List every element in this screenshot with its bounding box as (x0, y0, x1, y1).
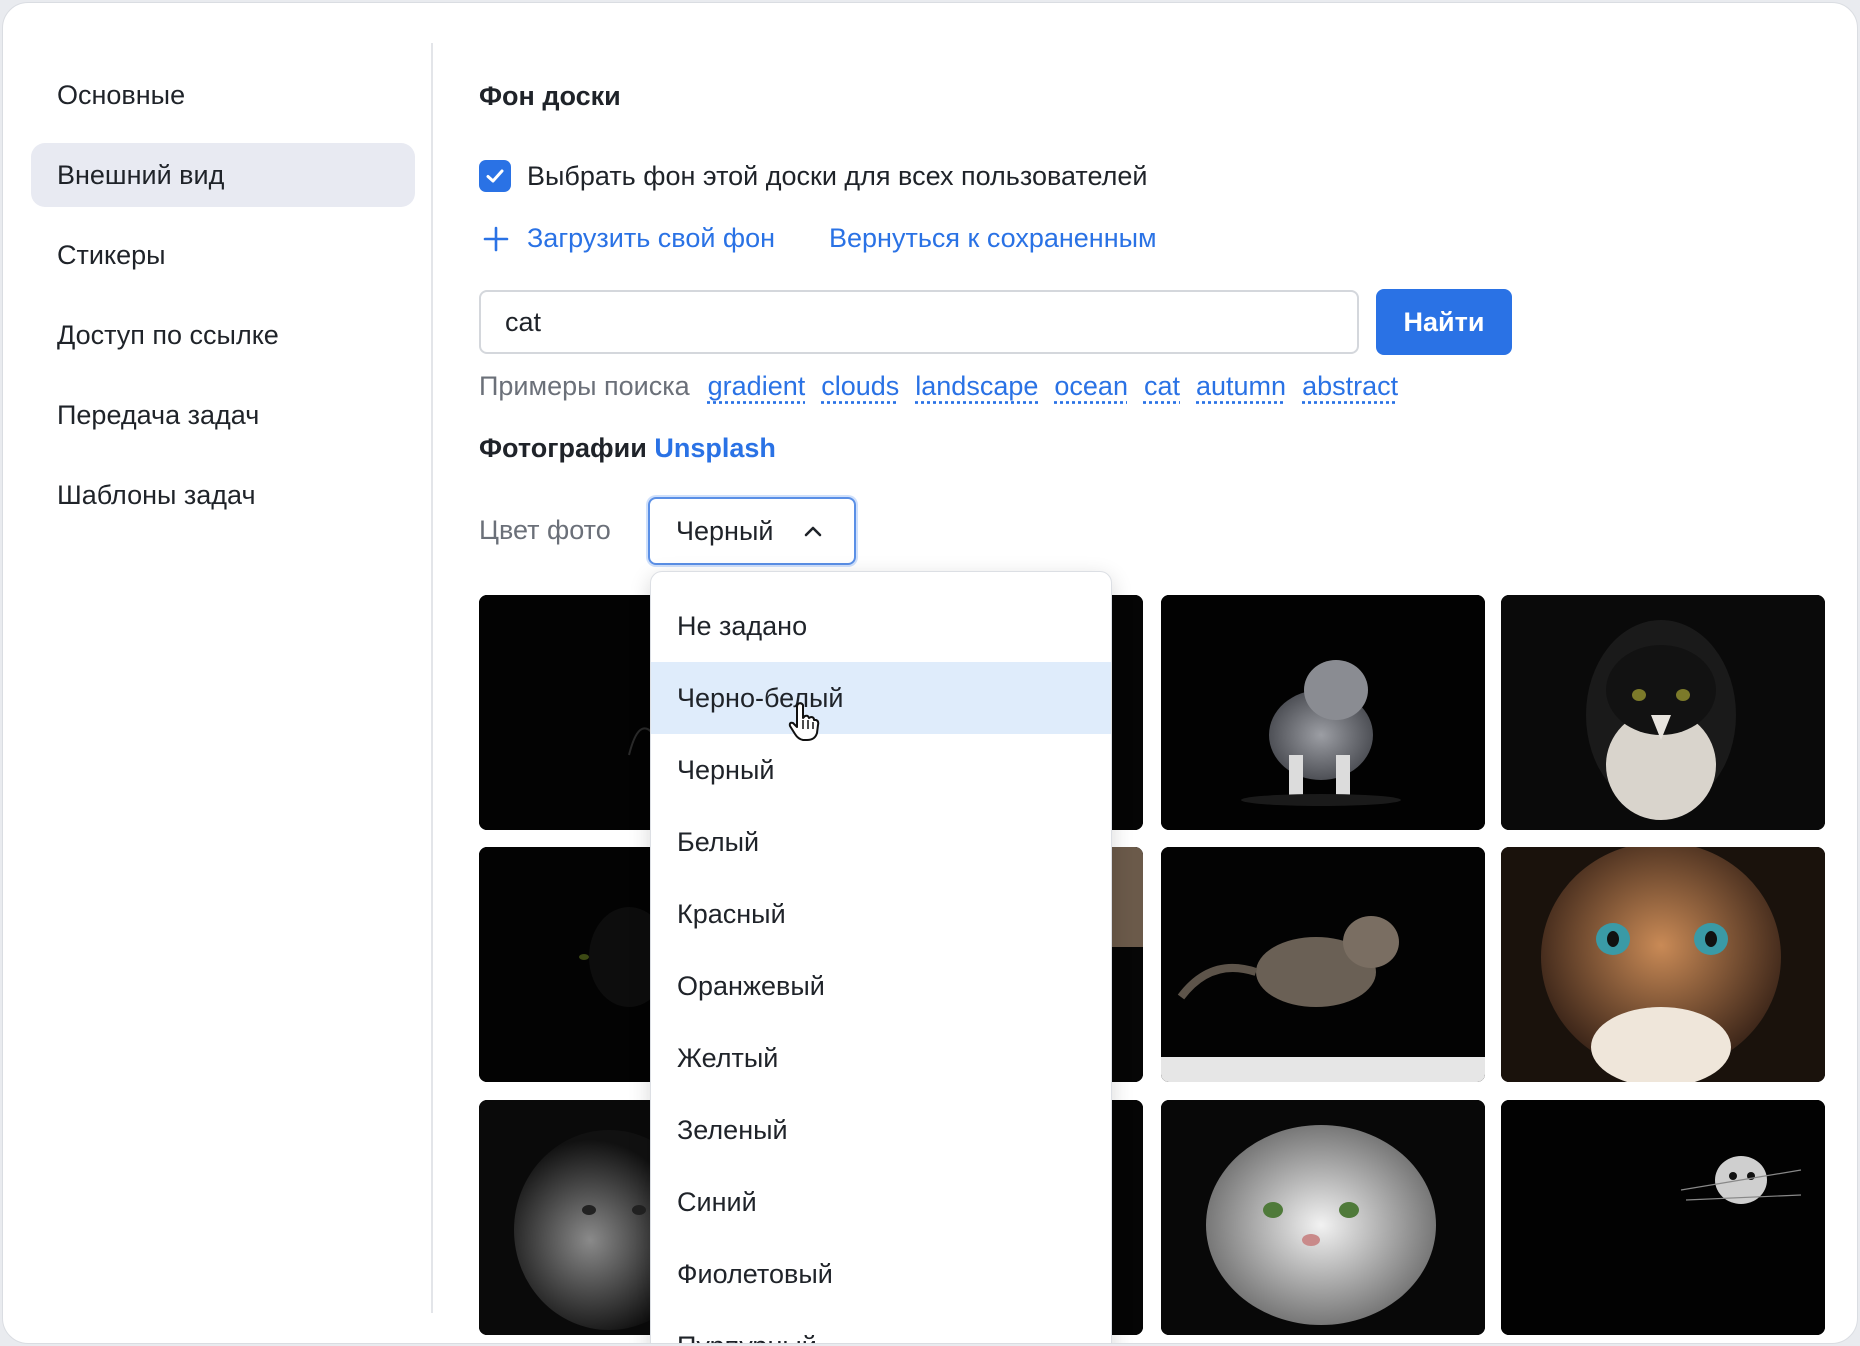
upload-background-label: Загрузить свой фон (527, 223, 776, 253)
sidebar-item-link-access[interactable]: Доступ по ссылке (31, 303, 415, 367)
search-examples: Примеры поиска gradient clouds landscape… (479, 371, 1398, 402)
apply-for-all-label: Выбрать фон этой доски для всех пользова… (527, 160, 1148, 191)
photo-tile[interactable] (1501, 595, 1825, 830)
photo-tile[interactable] (1501, 1100, 1825, 1335)
sidebar-item-general[interactable]: Основные (31, 63, 415, 127)
color-option-black[interactable]: Черный (651, 734, 1111, 806)
unsplash-link[interactable]: Unsplash (654, 433, 776, 463)
persian-cat-photo (1161, 1100, 1485, 1335)
color-option-purple[interactable]: Пурпурный (651, 1310, 1111, 1343)
photo-color-selected-value: Черный (676, 515, 774, 546)
apply-for-all-checkbox[interactable] (479, 160, 511, 192)
chevron-up-icon (804, 526, 822, 537)
revert-to-saved-link[interactable]: Вернуться к сохраненным (829, 223, 1157, 254)
sidebar-item-appearance[interactable]: Внешний вид (31, 143, 415, 207)
cat-photo (1501, 595, 1825, 830)
photos-heading: Фотографии Unsplash (479, 433, 776, 464)
photo-tile[interactable] (1161, 1100, 1485, 1335)
settings-window: Основные Внешний вид Стикеры Доступ по с… (2, 2, 1858, 1344)
example-link-cat[interactable]: cat (1144, 371, 1180, 402)
color-option-violet[interactable]: Фиолетовый (651, 1238, 1111, 1310)
photo-tile[interactable] (1161, 847, 1485, 1082)
example-link-gradient[interactable]: gradient (708, 371, 806, 402)
example-link-clouds[interactable]: clouds (821, 371, 899, 402)
color-option-green[interactable]: Зеленый (651, 1094, 1111, 1166)
example-link-autumn[interactable]: autumn (1196, 371, 1286, 402)
photos-heading-label: Фотографии (479, 433, 647, 463)
color-option-black-white[interactable]: Черно-белый (651, 662, 1111, 734)
color-option-white[interactable]: Белый (651, 806, 1111, 878)
example-link-landscape[interactable]: landscape (915, 371, 1038, 402)
color-option-orange[interactable]: Оранжевый (651, 950, 1111, 1022)
upload-background-link[interactable]: Загрузить свой фон (483, 223, 775, 254)
cat-photo (1501, 1100, 1825, 1335)
check-icon (486, 169, 504, 183)
color-option-blue[interactable]: Синий (651, 1166, 1111, 1238)
example-link-abstract[interactable]: abstract (1302, 371, 1398, 402)
color-option-yellow[interactable]: Желтый (651, 1022, 1111, 1094)
kitten-photo (1161, 595, 1485, 830)
search-examples-label: Примеры поиска (479, 371, 690, 401)
sidebar-item-task-transfer[interactable]: Передача задач (31, 383, 415, 447)
plus-icon (483, 226, 509, 251)
sidebar-item-stickers[interactable]: Стикеры (31, 223, 415, 287)
photo-color-label: Цвет фото (479, 515, 611, 545)
photo-search-input[interactable] (479, 290, 1359, 354)
photo-tile[interactable] (1161, 595, 1485, 830)
photo-color-dropdown: Не задано Черно-белый Черный Белый Красн… (650, 571, 1112, 1343)
photo-tile[interactable] (1501, 847, 1825, 1082)
hand-cursor-icon (788, 702, 820, 741)
sidebar-item-task-templates[interactable]: Шаблоны задач (31, 463, 415, 527)
ginger-cat-photo (1501, 847, 1825, 1082)
color-option-red[interactable]: Красный (651, 878, 1111, 950)
example-link-ocean[interactable]: ocean (1054, 371, 1128, 402)
color-option-none[interactable]: Не задано (651, 590, 1111, 662)
settings-sidebar: Основные Внешний вид Стикеры Доступ по с… (3, 43, 433, 1313)
section-title: Фон доски (479, 81, 621, 111)
apply-for-all-row: Выбрать фон этой доски для всех пользова… (479, 158, 1147, 194)
photo-color-select[interactable]: Черный (648, 497, 856, 565)
find-button[interactable]: Найти (1376, 289, 1512, 355)
kitten-photo (1161, 847, 1485, 1082)
